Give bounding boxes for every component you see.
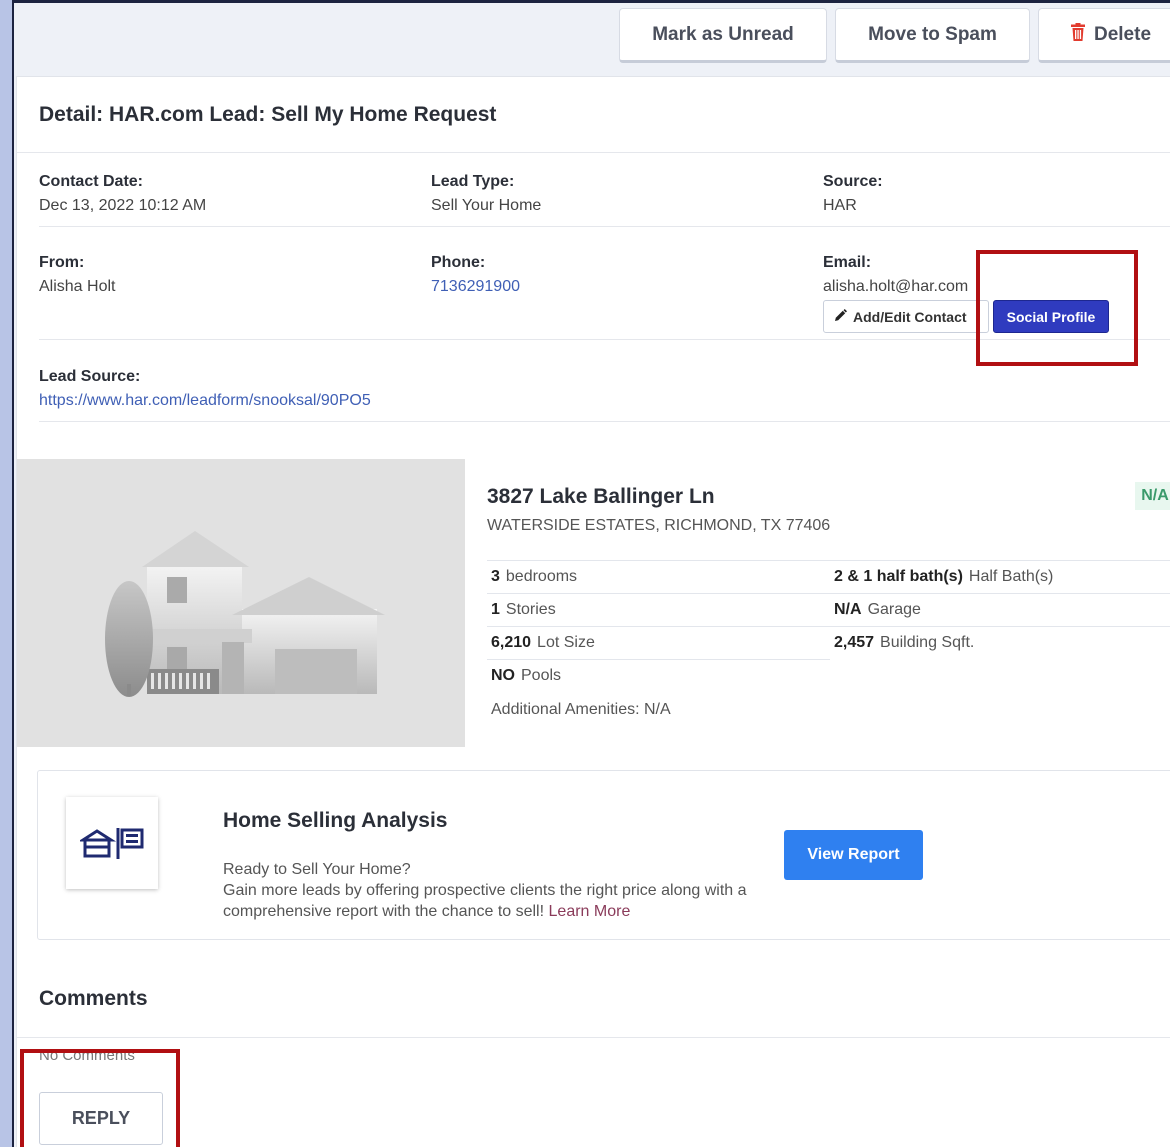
bedrooms-label: bedrooms — [505, 568, 578, 585]
sqft-label: Building Sqft. — [880, 634, 975, 651]
delete-label: Delete — [1093, 23, 1152, 45]
amenities-row: Additional Amenities: N/A — [487, 693, 1170, 726]
analysis-line-2-text: Gain more leads by offering prospective … — [223, 882, 747, 920]
garage-label: Garage — [867, 601, 921, 618]
garage-value: N/A — [834, 601, 862, 618]
phone-link[interactable]: 7136291900 — [431, 278, 520, 296]
move-to-spam-label: Move to Spam — [868, 23, 997, 45]
baths-label: Half Bath(s) — [968, 568, 1054, 585]
divider — [39, 421, 1170, 422]
home-selling-analysis-card: Home Selling Analysis Ready to Sell Your… — [37, 770, 1170, 940]
email-value: alisha.holt@har.com — [823, 278, 969, 295]
source-value: HAR — [823, 197, 857, 214]
baths-value: 2 & 1 half bath(s) — [834, 568, 963, 585]
lead-detail-panel: Mark as Unread Move to Spam Delete Detai… — [14, 3, 1170, 1147]
phone-label: Phone: — [431, 254, 486, 271]
contact-date-label: Contact Date: — [39, 173, 144, 190]
email-label: Email: — [823, 254, 872, 271]
from-label: From: — [39, 254, 85, 271]
status-badge: N/A — [1135, 482, 1170, 510]
comments-title: Comments — [39, 987, 148, 1010]
divider — [17, 152, 1170, 153]
lead-source-link[interactable]: https://www.har.com/leadform/snooksal/90… — [39, 392, 371, 410]
bedrooms-value: 3 — [491, 568, 500, 585]
lead-source-label: Lead Source: — [39, 368, 141, 385]
move-to-spam-button[interactable]: Move to Spam — [835, 8, 1030, 63]
add-edit-contact-button[interactable]: Add/Edit Contact — [823, 300, 989, 333]
property-address: 3827 Lake Ballinger Ln — [487, 485, 715, 508]
pools-row: NO Pools — [487, 659, 830, 692]
bedrooms-row: 3 bedrooms — [487, 560, 830, 593]
stories-value: 1 — [491, 601, 500, 618]
sqft-row: 2,457 Building Sqft. — [830, 626, 1170, 659]
trash-icon — [1070, 22, 1086, 47]
highlight-box-reply — [20, 1049, 180, 1147]
house-sign-icon — [66, 797, 158, 889]
stories-row: 1 Stories — [487, 593, 830, 626]
analysis-text: Ready to Sell Your Home? Gain more leads… — [223, 859, 763, 922]
view-report-button[interactable]: View Report — [784, 830, 923, 880]
sqft-value: 2,457 — [834, 634, 875, 651]
delete-button[interactable]: Delete — [1038, 8, 1170, 63]
stories-label: Stories — [505, 601, 556, 618]
baths-row: 2 & 1 half bath(s) Half Bath(s) — [830, 560, 1170, 593]
lot-size-label: Lot Size — [537, 634, 595, 651]
property-city: WATERSIDE ESTATES, RICHMOND, TX 77406 — [487, 517, 831, 534]
pencil-icon — [834, 308, 847, 325]
source-label: Source: — [823, 173, 883, 190]
analysis-line-2: Gain more leads by offering prospective … — [223, 880, 763, 922]
lead-type-label: Lead Type: — [431, 173, 515, 190]
analysis-line-1: Ready to Sell Your Home? — [223, 861, 411, 878]
divider — [17, 1037, 1170, 1038]
property-image — [17, 459, 465, 747]
view-report-label: View Report — [807, 846, 900, 863]
from-value: Alisha Holt — [39, 278, 116, 295]
garage-row: N/A Garage — [830, 593, 1170, 626]
mark-as-unread-label: Mark as Unread — [652, 23, 794, 45]
pools-value: NO — [491, 667, 515, 684]
highlight-box-social-profile — [976, 250, 1138, 366]
lead-detail-card: Detail: HAR.com Lead: Sell My Home Reque… — [16, 76, 1170, 1147]
pools-label: Pools — [521, 667, 562, 684]
page-title: Detail: HAR.com Lead: Sell My Home Reque… — [39, 103, 497, 126]
contact-date-value: Dec 13, 2022 10:12 AM — [39, 197, 207, 214]
lot-size-value: 6,210 — [491, 634, 532, 651]
lot-size-row: 6,210 Lot Size — [487, 626, 830, 659]
lead-type-value: Sell Your Home — [431, 197, 542, 214]
add-edit-contact-label: Add/Edit Contact — [853, 308, 967, 325]
analysis-title: Home Selling Analysis — [223, 809, 448, 832]
divider — [39, 226, 1170, 227]
amenities-text: Additional Amenities: N/A — [491, 700, 671, 718]
learn-more-link[interactable]: Learn More — [549, 903, 631, 920]
mark-as-unread-button[interactable]: Mark as Unread — [619, 8, 827, 63]
left-frame-edge — [0, 0, 14, 1147]
